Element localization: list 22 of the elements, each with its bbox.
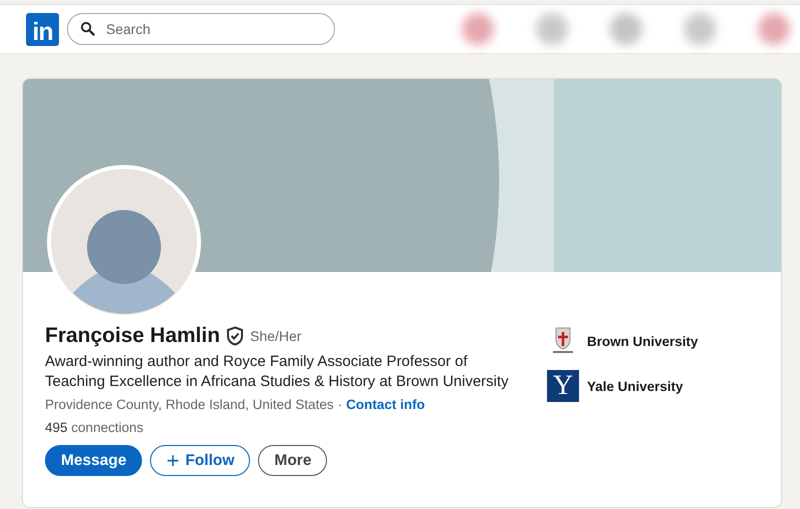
blurred-icon bbox=[758, 13, 790, 45]
logo[interactable]: in bbox=[26, 12, 59, 46]
blurred-icon bbox=[536, 13, 568, 45]
pronouns: She/Her bbox=[250, 328, 302, 344]
contact-info-link[interactable]: Contact info bbox=[346, 397, 425, 412]
search-field[interactable]: Search bbox=[67, 13, 335, 45]
message-button[interactable]: Message bbox=[45, 445, 142, 476]
search-icon bbox=[80, 21, 95, 36]
location: Providence County, Rhode Island, United States bbox=[45, 397, 334, 412]
university-name[interactable]: Yale University bbox=[587, 378, 684, 394]
blurred-icon bbox=[684, 13, 716, 45]
separator: · bbox=[338, 397, 342, 412]
blurred-icon bbox=[462, 13, 494, 45]
more-button[interactable]: More bbox=[258, 445, 328, 476]
person-silhouette-icon bbox=[73, 210, 175, 314]
university-name[interactable]: Brown University bbox=[587, 334, 698, 348]
connections-count: 495 connections bbox=[45, 420, 144, 435]
university-logo: Y bbox=[547, 370, 579, 402]
headline: Award-winning author and Royce Family Associate Professor of Teaching Excellence in Africana Studies & History at Brown University bbox=[45, 352, 510, 392]
follow-button[interactable]: + Follow bbox=[150, 445, 250, 476]
profile-name: Françoise Hamlin bbox=[45, 324, 220, 348]
blurred-icon bbox=[610, 13, 642, 45]
